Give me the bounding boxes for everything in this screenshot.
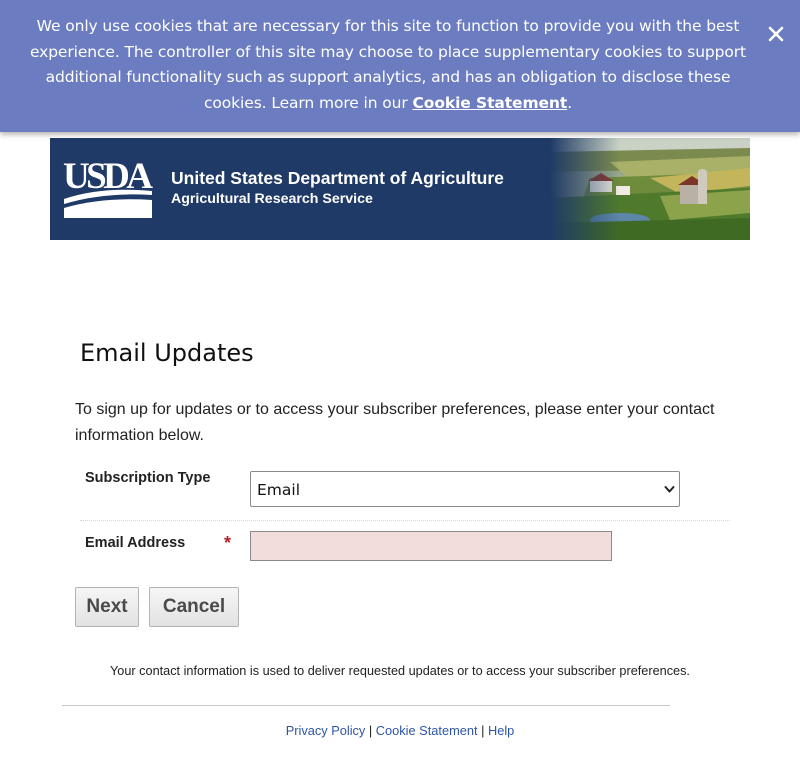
cookie-banner-trailing: . (567, 94, 573, 113)
footer-divider (62, 705, 670, 706)
subscription-type-value: Email (257, 481, 301, 499)
help-link[interactable]: Help (488, 723, 514, 738)
required-marker: * (224, 533, 232, 553)
cookie-banner: We only use cookies that are necessary f… (0, 0, 800, 132)
subscription-type-select[interactable]: Email (250, 471, 680, 507)
site-header-banner: USDA United States Department of Agricul… (50, 138, 750, 240)
page-title: Email Updates (80, 339, 254, 367)
email-field[interactable] (250, 531, 612, 561)
subscription-type-label: Subscription Type (85, 470, 211, 486)
cookie-statement-link[interactable]: Cookie Statement (413, 94, 568, 112)
footer-cookie-statement-link[interactable]: Cookie Statement (376, 723, 478, 738)
email-address-label: Email Address (85, 535, 186, 551)
cookie-banner-message: We only use cookies that are necessary f… (29, 17, 747, 113)
close-icon[interactable] (764, 22, 788, 46)
usda-logo: USDA (63, 156, 153, 218)
next-button[interactable]: Next (75, 587, 139, 627)
footer-links: Privacy Policy | Cookie Statement | Help (0, 723, 800, 738)
footer-separator: | (368, 723, 373, 738)
contact-info-note: Your contact information is used to deli… (110, 664, 690, 678)
form-row-divider (80, 520, 730, 521)
agency-subtitle: Agricultural Research Service (171, 191, 373, 207)
intro-text: To sign up for updates or to access your… (75, 401, 715, 444)
chevron-down-icon (664, 486, 675, 493)
privacy-policy-link[interactable]: Privacy Policy (286, 723, 366, 738)
footer-separator: | (481, 723, 485, 738)
farm-landscape-image (550, 138, 750, 240)
agency-title: United States Department of Agriculture (171, 168, 504, 188)
cookie-banner-text: We only use cookies that are necessary f… (12, 14, 764, 117)
cancel-button[interactable]: Cancel (149, 587, 239, 627)
